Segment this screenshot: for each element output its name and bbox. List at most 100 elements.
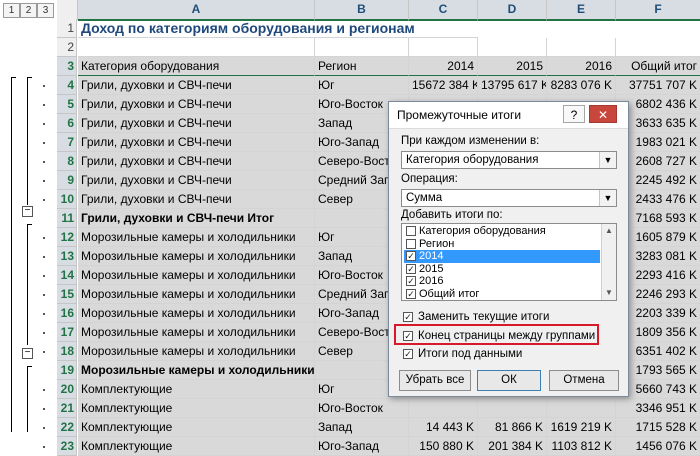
cell-a-7[interactable]: Грили, духовки и СВЧ-печи [78,133,315,152]
cell-d-23[interactable]: 201 384 K [478,437,547,456]
cell-a-6[interactable]: Грили, духовки и СВЧ-печи [78,114,315,133]
cell-a-13[interactable]: Морозильные камеры и холодильники [78,247,315,266]
cell-a-21[interactable]: Комплектующие [78,399,315,418]
row-header[interactable]: 7 [57,133,77,152]
list-item[interactable]: ✓ 2015 [404,263,600,276]
row-header[interactable]: 11 [57,209,77,228]
cell-b-3[interactable]: Регион [315,57,409,76]
cell-a-4[interactable]: Грили, духовки и СВЧ-печи [78,76,315,95]
cell-f-4[interactable]: 37751 707 K [616,76,700,95]
help-button[interactable]: ? [563,105,585,123]
cell-a-8[interactable]: Грили, духовки и СВЧ-печи [78,152,315,171]
row-header[interactable]: 5 [57,95,77,114]
checkbox-checked-icon[interactable]: ✓ [406,263,416,274]
cell-d-21[interactable] [478,399,547,418]
list-item[interactable]: ✓ Общий итог [404,288,600,301]
row-header[interactable]: 23 [57,437,77,456]
summary-below-checkbox[interactable]: ✓ Итоги под данными [403,348,522,361]
row-header[interactable]: 17 [57,323,77,342]
cell-f-23[interactable]: 1456 076 K [616,437,700,456]
change-combo[interactable]: Категория оборудования ▼ [401,151,617,169]
cell-a-18[interactable]: Морозильные камеры и холодильники [78,342,315,361]
cell-c-22[interactable]: 14 443 K [409,418,478,437]
column-header-a[interactable]: A [78,0,315,21]
cell-c-23[interactable]: 150 880 K [409,437,478,456]
cell-c-21[interactable] [409,399,478,418]
cell-b-2[interactable] [315,38,409,57]
cell-f-22[interactable]: 1715 528 K [616,418,700,437]
cell-d-3[interactable]: 2015 [478,57,547,76]
cell-a-14[interactable]: Морозильные камеры и холодильники [78,266,315,285]
row-header[interactable]: 8 [57,152,77,171]
ok-button[interactable]: ОК [477,370,541,391]
cell-a-1[interactable]: Доход по категориям оборудования и регио… [78,19,478,38]
row-header[interactable]: 15 [57,285,77,304]
chevron-down-icon[interactable]: ▼ [599,152,616,168]
checkbox-checked-icon[interactable]: ✓ [406,251,416,261]
checkbox-checked-icon[interactable]: ✓ [406,276,416,286]
column-header-e[interactable]: E [547,0,616,21]
cell-d-2[interactable] [478,38,547,57]
list-item[interactable]: Регион [404,238,600,251]
row-header[interactable]: 2 [57,38,77,57]
cell-a-10[interactable]: Грили, духовки и СВЧ-печи [78,190,315,209]
checkbox-unchecked-icon[interactable] [406,238,416,249]
cell-a-19[interactable]: Морозильные камеры и холодильники Итог [78,361,315,380]
row-header[interactable]: 14 [57,266,77,285]
cell-a-3[interactable]: Категория оборудования [78,57,315,76]
cancel-button[interactable]: Отмена [549,370,619,391]
cell-a-9[interactable]: Грили, духовки и СВЧ-печи [78,171,315,190]
cell-a-17[interactable]: Морозильные камеры и холодильники [78,323,315,342]
row-header[interactable]: 13 [57,247,77,266]
cell-d-22[interactable]: 81 866 K [478,418,547,437]
cell-a-12[interactable]: Морозильные камеры и холодильники [78,228,315,247]
chevron-down-icon[interactable]: ▼ [599,190,616,206]
scroll-up-icon[interactable]: ▲ [602,224,616,238]
collapse-group2-button[interactable]: − [22,348,33,359]
list-item[interactable]: Категория оборудования [404,225,600,238]
list-item[interactable]: ✓ 2016 [404,275,600,288]
cell-d-4[interactable]: 13795 617 K [478,76,547,95]
cell-b-4[interactable]: Юг [315,76,409,95]
row-header[interactable]: 18 [57,342,77,361]
outline-level-1-button[interactable]: 1 [3,3,20,18]
cell-b-22[interactable]: Запад [315,418,409,437]
collapse-group1-button[interactable]: − [22,206,33,217]
select-all-corner[interactable] [57,0,78,19]
cell-e-4[interactable]: 8283 076 K [547,76,616,95]
cell-e-3[interactable]: 2016 [547,57,616,76]
row-header[interactable]: 6 [57,114,77,133]
cell-a-23[interactable]: Комплектующие [78,437,315,456]
row-header[interactable]: 3 [57,57,77,76]
outline-level-2-button[interactable]: 2 [20,3,37,18]
column-header-c[interactable]: C [409,0,478,21]
checkbox-unchecked-icon[interactable] [406,226,416,236]
cell-f-2[interactable] [616,38,700,57]
remove-all-button[interactable]: Убрать все [399,370,471,391]
row-header[interactable]: 1 [57,19,77,38]
list-item[interactable]: ✓ 2014 [404,250,600,263]
row-header[interactable]: 12 [57,228,77,247]
row-header[interactable]: 20 [57,380,77,399]
cell-b-23[interactable]: Юго-Запад [315,437,409,456]
add-totals-listbox[interactable]: Категория оборудования Регион ✓ 2014 ✓ 2015 ✓ 2… [401,223,617,301]
column-header-d[interactable]: D [478,0,547,21]
cell-c-3[interactable]: 2014 [409,57,478,76]
outline-level-3-button[interactable]: 3 [37,3,54,18]
cell-e-23[interactable]: 1103 812 K [547,437,616,456]
row-header[interactable]: 4 [57,76,77,95]
listbox-scrollbar[interactable]: ▲ ▼ [601,224,616,300]
cell-a-11[interactable]: Грили, духовки и СВЧ-печи Итог [78,209,315,228]
row-header[interactable]: 16 [57,304,77,323]
scroll-down-icon[interactable]: ▼ [602,286,616,300]
row-header[interactable]: 9 [57,171,77,190]
replace-current-checkbox[interactable]: ✓ Заменить текущие итоги [403,311,549,324]
cell-a-16[interactable]: Морозильные камеры и холодильники [78,304,315,323]
cell-a-15[interactable]: Морозильные камеры и холодильники [78,285,315,304]
row-header[interactable]: 21 [57,399,77,418]
operation-combo[interactable]: Сумма ▼ [401,189,617,207]
checkbox-checked-icon[interactable]: ✓ [406,288,416,299]
cell-a-22[interactable]: Комплектующие [78,418,315,437]
row-header[interactable]: 22 [57,418,77,437]
cell-e-2[interactable] [547,38,616,57]
